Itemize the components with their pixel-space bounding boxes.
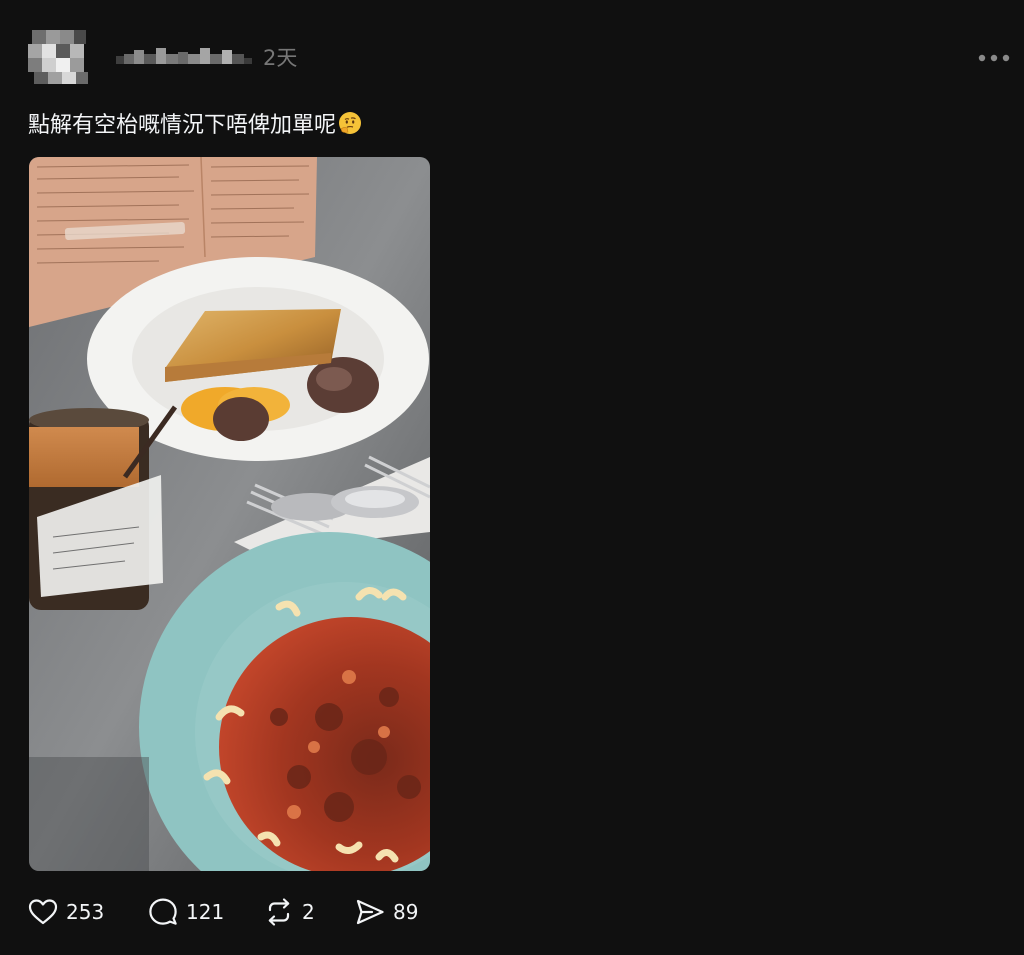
comment-button[interactable]: 121 — [148, 894, 264, 930]
post-image[interactable] — [29, 157, 430, 871]
post-caption: 點解有空枱嘅情況下唔俾加單呢 — [28, 110, 362, 142]
heart-icon — [28, 899, 58, 925]
more-options-button[interactable] — [974, 44, 1014, 72]
repost-count: 2 — [302, 900, 315, 924]
repost-button[interactable]: 2 — [264, 894, 355, 930]
send-icon — [356, 899, 384, 925]
more-horizontal-icon — [978, 54, 1010, 62]
repost-icon — [268, 898, 290, 926]
like-count: 253 — [66, 900, 105, 924]
comment-bubble-icon — [149, 898, 177, 925]
like-button[interactable]: 253 — [28, 894, 148, 930]
caption-text: 點解有空枱嘅情況下唔俾加單呢 — [28, 113, 337, 138]
username-redacted[interactable] — [116, 44, 252, 68]
post-timestamp: 2天 — [263, 46, 298, 70]
avatar[interactable] — [24, 24, 94, 90]
thread-post: 2天 點解有空枱嘅情況下唔俾加單呢 253 121 2 89 — [0, 0, 1024, 955]
share-button[interactable]: 89 — [355, 894, 418, 930]
comment-count: 121 — [186, 900, 225, 924]
post-actions: 253 121 2 89 — [28, 894, 418, 930]
thinking-face-emoji — [339, 112, 362, 134]
share-count: 89 — [393, 900, 419, 924]
